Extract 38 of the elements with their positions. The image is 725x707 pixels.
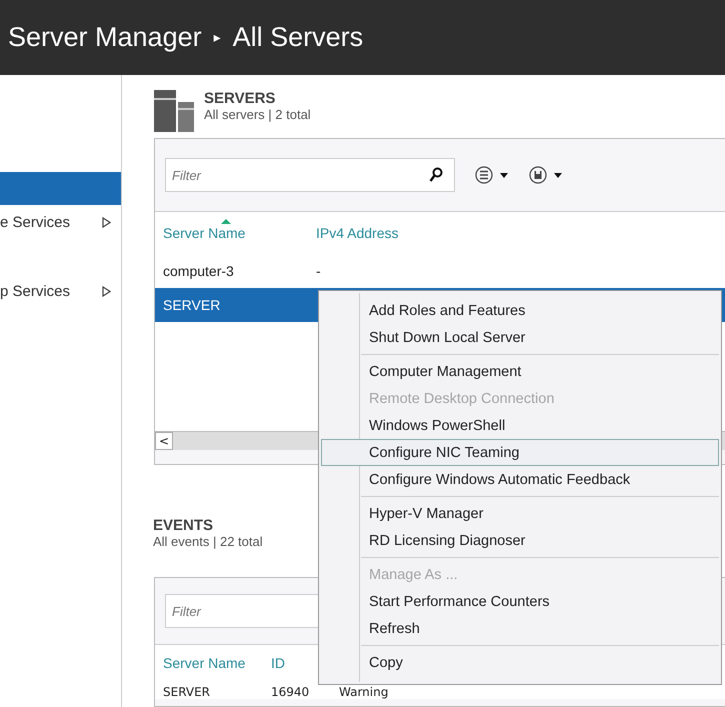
breadcrumb-separator: ▸ — [214, 30, 221, 46]
section-title: SERVERS — [204, 90, 276, 107]
menu-item[interactable]: Add Roles and Features — [321, 297, 719, 324]
column-header[interactable]: Server Name — [155, 219, 308, 241]
scroll-left-button[interactable]: < — [155, 432, 173, 450]
menu-item[interactable]: Copy — [321, 649, 719, 676]
table-cell-text: - — [315, 263, 321, 279]
sidebar-item[interactable]: e Services — [0, 206, 121, 239]
menu-item[interactable]: Shut Down Local Server — [321, 324, 719, 351]
table-cell-text: SERVER — [162, 685, 212, 699]
menu-item[interactable]: Configure NIC Teaming — [321, 439, 719, 466]
table-cell-text: SERVER — [162, 297, 222, 313]
expand-arrow-icon — [102, 217, 111, 228]
search-icon — [429, 167, 443, 183]
filter-field[interactable]: Filter — [165, 158, 455, 192]
table-cell-text: Warning — [338, 685, 390, 699]
menu-item[interactable]: Computer Management — [321, 358, 719, 385]
section-subtitle: All servers | 2 total — [204, 107, 311, 122]
servers-icon — [154, 90, 194, 132]
section-title: EVENTS — [153, 517, 214, 534]
table-row[interactable]: computer-3 - — [155, 254, 725, 288]
column-header[interactable]: Server Name — [155, 655, 263, 671]
table-cell-text: computer-3 — [162, 263, 235, 279]
menu-item[interactable]: Hyper-V Manager — [321, 500, 719, 527]
app-title: Server Manager — [8, 22, 202, 53]
expand-arrow-icon — [102, 286, 111, 297]
sidebar-item[interactable]: p Services — [0, 275, 121, 308]
sort-arrow-icon — [221, 219, 231, 224]
menu-item[interactable]: RD Licensing Diagnoser — [321, 527, 719, 554]
column-header[interactable]: IPv4 Address — [308, 219, 398, 241]
save-options-button[interactable] — [529, 165, 563, 185]
section-subtitle: All events | 22 total — [153, 534, 263, 549]
menu-item[interactable]: Configure Windows Automatic Feedback — [321, 466, 719, 493]
page-title: All Servers — [232, 22, 364, 53]
list-options-button[interactable] — [475, 165, 509, 185]
table-cell-text: 16940 — [270, 685, 310, 699]
column-header[interactable]: ID — [263, 655, 285, 671]
menu-item[interactable]: Windows PowerShell — [321, 412, 719, 439]
